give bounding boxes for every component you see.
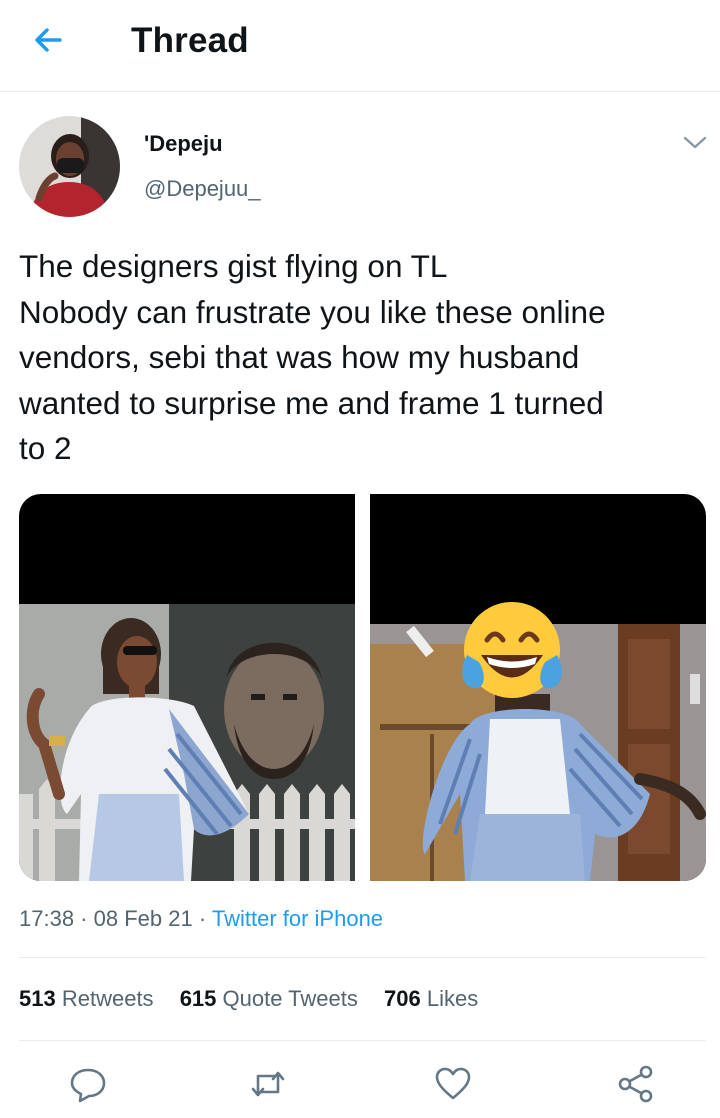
quote-tweets-count: 615	[179, 986, 217, 1011]
tweet-time: 17:38	[19, 906, 75, 931]
divider	[19, 1040, 706, 1041]
retweet-icon[interactable]	[248, 1064, 288, 1104]
retweets-count: 513	[19, 986, 56, 1011]
quote-tweets-stat[interactable]: 615 Quote Tweets	[180, 986, 358, 1011]
tweet-text-line: Nobody can frustrate you like these onli…	[19, 293, 606, 330]
tweet-stats: 513 Retweets 615 Quote Tweets 706 Likes	[19, 986, 498, 1012]
divider	[19, 957, 706, 958]
dress-photo-received[interactable]	[370, 494, 706, 881]
likes-count: 706	[384, 986, 421, 1011]
likes-label: Likes	[426, 986, 479, 1011]
tweet-source-link[interactable]: Twitter for iPhone	[212, 906, 383, 931]
meta-separator: ·	[192, 906, 212, 931]
tweet-text-line: The designers gist flying on TL	[19, 248, 448, 284]
tweet-text-line: vendors, sebi that was how my husband	[19, 339, 580, 376]
like-icon[interactable]	[433, 1064, 473, 1104]
author-display-name[interactable]: 'Depeju	[144, 131, 223, 157]
likes-stat[interactable]: 706 Likes	[384, 986, 478, 1011]
avatar[interactable]	[19, 116, 120, 217]
tweet-text-line: wanted to surprise me and frame 1 turned	[19, 384, 604, 421]
share-icon[interactable]	[616, 1064, 656, 1104]
thread-header: Thread	[0, 0, 720, 92]
page-title: Thread	[131, 21, 249, 60]
dress-photo-original[interactable]	[19, 494, 355, 881]
tweet-date: 08 Feb 21	[93, 906, 193, 931]
reply-icon[interactable]	[68, 1064, 108, 1104]
author-handle[interactable]: @Depejuu_	[144, 176, 261, 202]
chevron-down-icon[interactable]	[680, 130, 710, 154]
retweets-label: Retweets	[61, 986, 154, 1011]
tweet-text-line: to 2	[19, 430, 72, 467]
tweet-text: The designers gist flying on TL Nobody c…	[19, 244, 699, 472]
arrow-left-icon[interactable]	[30, 22, 66, 58]
meta-separator: ·	[74, 906, 94, 931]
retweets-stat[interactable]: 513 Retweets	[19, 986, 154, 1011]
tweet-timestamp: 17:38 · 08 Feb 21 · Twitter for iPhone	[19, 906, 383, 932]
tears-of-joy-emoji-icon	[462, 602, 562, 698]
quote-tweets-label: Quote Tweets	[222, 986, 358, 1011]
